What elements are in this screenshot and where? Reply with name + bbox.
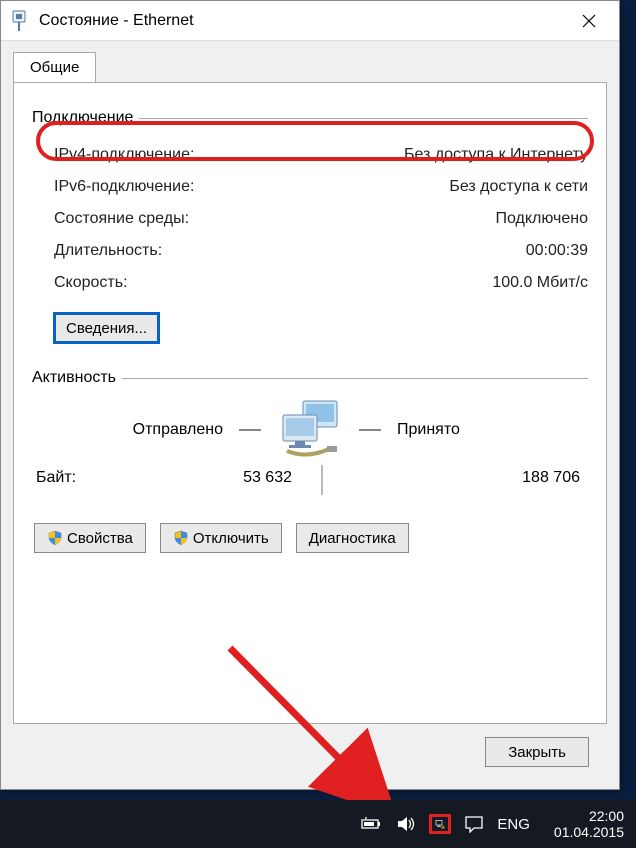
properties-button[interactable]: Свойства: [34, 523, 146, 553]
duration-label: Длительность:: [54, 235, 162, 267]
activity-group-header: Активность: [32, 369, 588, 387]
connection-header-label: Подключение: [32, 109, 139, 127]
bytes-separator: [292, 465, 352, 495]
details-button[interactable]: Сведения...: [54, 313, 159, 343]
properties-button-label: Свойства: [67, 530, 133, 547]
window-title: Состояние - Ethernet: [39, 12, 567, 30]
bytes-sent-value: 53 632: [152, 465, 292, 495]
tab-strip: Общие: [1, 41, 619, 82]
received-label: Принято: [397, 421, 557, 439]
media-state-label: Состояние среды:: [54, 203, 189, 235]
bytes-received-value: 188 706: [352, 465, 588, 495]
speed-value: 100.0 Мбит/с: [492, 267, 588, 299]
action-buttons: Свойства Отключить Диагностика: [34, 523, 588, 553]
taskbar: ENG 22:00 01.04.2015: [0, 800, 636, 848]
volume-icon[interactable]: [395, 814, 417, 834]
duration-value: 00:00:39: [526, 235, 588, 267]
connection-rows: IPv4-подключение: Без доступа к Интернет…: [32, 139, 588, 299]
action-center-icon[interactable]: [463, 814, 485, 834]
titlebar: Состояние - Ethernet: [1, 1, 619, 41]
shield-icon: [173, 530, 189, 546]
ipv6-value: Без доступа к сети: [449, 171, 588, 203]
network-monitors-icon: [277, 399, 343, 461]
tab-panel-general: Подключение IPv4-подключение: Без доступ…: [13, 82, 607, 724]
media-state-value: Подключено: [495, 203, 588, 235]
disable-button-label: Отключить: [193, 530, 269, 547]
ipv6-label: IPv6-подключение:: [54, 171, 194, 203]
battery-icon[interactable]: [361, 814, 383, 834]
diagnose-button[interactable]: Диагностика: [296, 523, 409, 553]
close-icon[interactable]: [567, 2, 611, 40]
network-warning-icon[interactable]: [429, 814, 451, 834]
taskbar-clock[interactable]: 22:00 01.04.2015: [554, 808, 624, 840]
shield-icon: [47, 530, 63, 546]
ipv4-label: IPv4-подключение:: [54, 139, 194, 171]
ethernet-icon: [9, 10, 29, 32]
disable-button[interactable]: Отключить: [160, 523, 282, 553]
speed-label: Скорость:: [54, 267, 128, 299]
language-indicator[interactable]: ENG: [497, 816, 530, 833]
tab-general[interactable]: Общие: [13, 52, 96, 83]
activity-visual: Отправлено Принято: [32, 399, 588, 461]
bytes-label: Байт:: [32, 465, 152, 495]
taskbar-time: 22:00: [554, 808, 624, 824]
connection-group-header: Подключение: [32, 109, 588, 127]
taskbar-date: 01.04.2015: [554, 824, 624, 840]
ethernet-status-dialog: Состояние - Ethernet Общие Подключение I…: [0, 0, 620, 790]
system-tray: ENG 22:00 01.04.2015: [361, 808, 628, 840]
sent-label: Отправлено: [63, 421, 223, 439]
activity-header-label: Активность: [32, 369, 122, 387]
ipv4-value: Без доступа к Интернету: [404, 139, 588, 171]
close-button[interactable]: Закрыть: [485, 737, 589, 767]
bytes-row: Байт: 53 632 188 706: [32, 465, 588, 495]
